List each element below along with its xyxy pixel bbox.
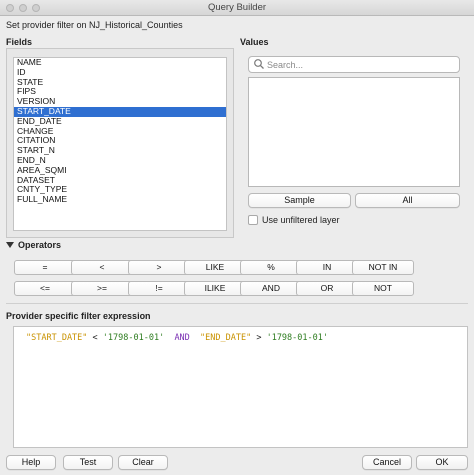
expression-operator-token: < (87, 333, 103, 343)
values-label: Values (240, 37, 269, 47)
fields-label: Fields (6, 37, 33, 47)
operator-button[interactable]: NOT IN (352, 260, 414, 275)
field-list-item[interactable]: STATE (14, 77, 226, 88)
expression-field-token: "START_DATE" (26, 333, 88, 343)
divider (6, 303, 468, 304)
expression-operator-token: > (251, 333, 267, 343)
operator-button[interactable]: ILIKE (184, 281, 246, 296)
operators-label: Operators (18, 240, 62, 250)
help-button[interactable]: Help (6, 455, 56, 470)
field-list-item[interactable]: FULL_NAME (14, 194, 226, 205)
ok-button[interactable]: OK (416, 455, 468, 470)
search-icon (254, 59, 264, 69)
expression-label: Provider specific filter expression (6, 311, 151, 321)
use-unfiltered-layer-label: Use unfiltered layer (262, 215, 340, 225)
cancel-button[interactable]: Cancel (362, 455, 412, 470)
operator-button[interactable]: = (14, 260, 76, 275)
operator-button[interactable]: < (71, 260, 133, 275)
zoom-window-icon[interactable] (32, 4, 40, 12)
expression-field-token: "END_DATE" (200, 333, 252, 343)
operator-button[interactable]: != (128, 281, 190, 296)
collapse-triangle-icon[interactable] (6, 241, 14, 249)
expression-line: "START_DATE" < '1798-01-01' AND "END_DAT… (26, 333, 328, 343)
operator-button[interactable]: > (128, 260, 190, 275)
use-unfiltered-layer-checkbox[interactable] (248, 215, 258, 225)
expression-keyword-token: AND (164, 333, 201, 343)
filter-expression-editor[interactable]: "START_DATE" < '1798-01-01' AND "END_DAT… (13, 326, 468, 448)
operator-button[interactable]: <= (14, 281, 76, 296)
operator-button[interactable]: NOT (352, 281, 414, 296)
fields-list[interactable]: NAME ID STATE FIPS VERSION START_DATE END_DATE… (13, 57, 227, 231)
clear-button[interactable]: Clear (118, 455, 168, 470)
field-list-item[interactable]: NAME (14, 58, 226, 68)
all-button[interactable]: All (355, 193, 460, 208)
minimize-window-icon[interactable] (19, 4, 27, 12)
operator-button[interactable]: OR (296, 281, 358, 296)
operator-button[interactable]: >= (71, 281, 133, 296)
operator-button[interactable]: IN (296, 260, 358, 275)
expression-value-token: '1798-01-01' (102, 333, 165, 343)
title-bar: Query Builder (0, 0, 474, 16)
dialog-subtitle: Set provider filter on NJ_Historical_Cou… (6, 20, 183, 30)
field-list-item[interactable]: ID (14, 67, 226, 78)
test-button[interactable]: Test (63, 455, 113, 470)
values-search-input[interactable] (248, 56, 460, 73)
values-list[interactable] (248, 77, 460, 187)
close-window-icon[interactable] (6, 4, 14, 12)
operator-button[interactable]: % (240, 260, 302, 275)
sample-button[interactable]: Sample (248, 193, 351, 208)
expression-value-token: '1798-01-01' (266, 333, 328, 343)
operator-button[interactable]: LIKE (184, 260, 246, 275)
operator-button[interactable]: AND (240, 281, 302, 296)
window-title: Query Builder (207, 2, 267, 13)
